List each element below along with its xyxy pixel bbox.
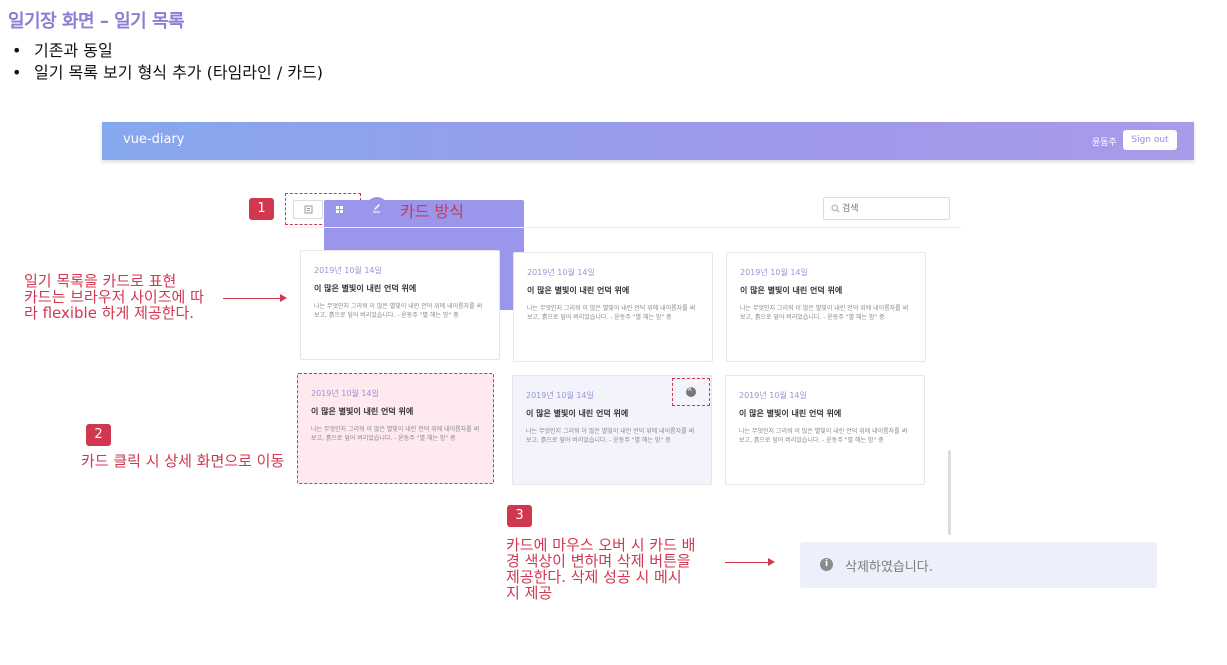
grid-icon — [336, 206, 343, 213]
search-box — [823, 197, 950, 220]
annotation-line: 카드는 브라우저 사이즈에 따 — [24, 288, 204, 306]
card-body: 나는 무엇인지 그리워 이 많은 별빛이 내린 언덕 위에 내이름자를 써 보고… — [527, 305, 696, 321]
toolbar-divider — [285, 227, 961, 228]
annotation-line: 일기 목록을 카드로 표현 — [24, 272, 177, 290]
info-icon: i — [820, 558, 833, 571]
app-mockup: vue-diary 윤동주 Sign out 카드 방식 2019년 10월 1… — [102, 122, 1194, 592]
diary-card[interactable]: 2019년 10월 14일이 많은 별빛이 내린 언덕 위에나는 무엇인지 그리… — [726, 252, 926, 362]
card-title: 이 많은 별빛이 내린 언덕 위에 — [740, 286, 843, 295]
card-body: 나는 무엇인지 그리워 이 많은 별빛이 내린 언덕 위에 내이름자를 써 보고… — [526, 428, 695, 444]
view-toggle — [285, 193, 524, 310]
annotation-card-layout: 일기 목록을 카드로 표현 카드는 브라우저 사이즈에 따 라 flexible… — [24, 273, 204, 321]
card-body: 나는 무엇인지 그리워 이 많은 별빛이 내린 언덕 위에 내이름자를 써 보고… — [740, 305, 909, 321]
view-mode-label: 카드 방식 — [400, 202, 464, 221]
pen-icon — [373, 204, 380, 213]
scrollbar[interactable] — [948, 450, 951, 535]
navbar: vue-diary 윤동주 Sign out — [102, 122, 1194, 160]
diary-card[interactable]: 2019년 10월 14일이 많은 별빛이 내린 언덕 위에나는 무엇인지 그리… — [297, 373, 494, 484]
user-name: 윤동주 — [1092, 138, 1117, 148]
annotation-number-2: 2 — [86, 424, 111, 446]
bullet-item: 일기 목록 보기 형식 추가 (타임라인 / 카드) — [10, 62, 323, 84]
doc-bullets: 기존과 동일 일기 목록 보기 형식 추가 (타임라인 / 카드) — [10, 40, 323, 84]
card-title: 이 많은 별빛이 내린 언덕 위에 — [311, 407, 414, 416]
annotation-arrow — [223, 294, 287, 302]
card-body: 나는 무엇인지 그리워 이 많은 별빛이 내린 언덕 위에 내이름자를 써 보고… — [311, 426, 480, 442]
annotation-number-3: 3 — [507, 505, 532, 527]
toast-message: 삭제하였습니다. — [845, 560, 933, 575]
annotation-card-hover: 카드에 마우스 오버 시 카드 배 경 색상이 변하며 삭제 버튼을 제공한다.… — [506, 537, 695, 601]
brand-logo[interactable]: vue-diary — [123, 132, 185, 147]
card-title: 이 많은 별빛이 내린 언덕 위에 — [527, 286, 630, 295]
card-date: 2019년 10월 14일 — [739, 391, 807, 400]
card-date: 2019년 10월 14일 — [740, 268, 808, 277]
annotation-arrow — [725, 558, 775, 566]
diary-card[interactable]: 2019년 10월 14일이 많은 별빛이 내린 언덕 위에나는 무엇인지 그리… — [300, 250, 500, 360]
delete-icon[interactable] — [686, 384, 696, 397]
delete-button-area — [672, 378, 710, 406]
annotation-line: 지 제공 — [506, 584, 553, 602]
card-date: 2019년 10월 14일 — [311, 389, 379, 398]
card-title: 이 많은 별빛이 내린 언덕 위에 — [526, 409, 629, 418]
bullet-item: 기존과 동일 — [10, 40, 323, 62]
card-body: 나는 무엇인지 그리워 이 많은 별빛이 내린 언덕 위에 내이름자를 써 보고… — [739, 428, 908, 444]
annotation-line: 제공한다. 삭제 성공 시 메시 — [506, 568, 682, 586]
doc-title: 일기장 화면 – 일기 목록 — [8, 11, 185, 32]
annotation-line: 카드에 마우스 오버 시 카드 배 — [506, 536, 696, 554]
sign-out-button[interactable]: Sign out — [1123, 130, 1177, 150]
list-icon — [304, 205, 313, 214]
annotation-line: 라 flexible 하게 제공한다. — [24, 304, 195, 322]
write-diary-button[interactable] — [366, 197, 388, 219]
annotation-line: 경 색상이 변하며 삭제 버튼을 — [506, 552, 691, 570]
annotation-number-1: 1 — [249, 198, 274, 220]
card-title: 이 많은 별빛이 내린 언덕 위에 — [314, 284, 417, 293]
card-date: 2019년 10월 14일 — [314, 266, 382, 275]
card-body: 나는 무엇인지 그리워 이 많은 별빛이 내린 언덕 위에 내이름자를 써 보고… — [314, 303, 483, 319]
diary-card[interactable]: 2019년 10월 14일이 많은 별빛이 내린 언덕 위에나는 무엇인지 그리… — [725, 375, 925, 485]
timeline-view-button[interactable] — [293, 200, 323, 219]
diary-card[interactable]: 2019년 10월 14일이 많은 별빛이 내린 언덕 위에나는 무엇인지 그리… — [513, 252, 713, 362]
search-input[interactable] — [842, 201, 942, 217]
card-date: 2019년 10월 14일 — [527, 268, 595, 277]
delete-toast: i 삭제하였습니다. — [800, 542, 1157, 588]
card-title: 이 많은 별빛이 내린 언덕 위에 — [739, 409, 842, 418]
search-icon — [831, 204, 840, 213]
annotation-card-click: 카드 클릭 시 상세 화면으로 이동 — [81, 452, 285, 470]
